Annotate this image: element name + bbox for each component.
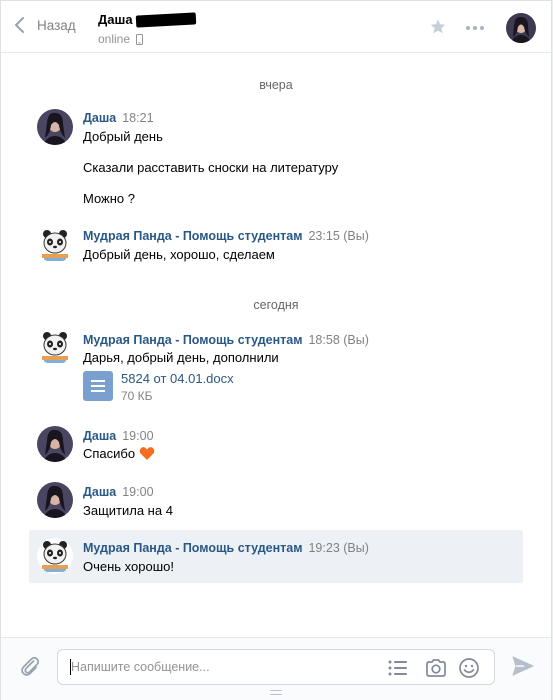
document-size: 70 КБ — [121, 389, 153, 403]
message-text: Сказали расставить сноски на литературу — [83, 160, 339, 175]
peer-name: Даша — [98, 12, 133, 27]
message-text: Очень хорошо! — [83, 559, 174, 574]
message-text: Спасибо — [83, 446, 136, 461]
redaction-mark — [135, 11, 196, 28]
more-icon[interactable] — [465, 25, 485, 31]
document-icon — [83, 371, 113, 401]
mobile-icon — [136, 33, 144, 45]
message[interactable]: Мудрая Панда - Помощь студентам 23:15 (Вы… — [29, 227, 523, 265]
message[interactable]: Даша 18:21 Добрый день Сказали расставить… — [29, 109, 523, 211]
message[interactable]: Даша 19:00 Защитила на 4 — [29, 482, 523, 520]
document-attachment[interactable]: 5824 от 04.01.docx 70 КБ — [83, 371, 234, 403]
message[interactable]: Даша 19:00 Спасибо — [29, 426, 523, 464]
message[interactable]: Мудрая Панда - Помощь студентам 18:58 (Вы… — [29, 329, 523, 403]
panda-avatar[interactable] — [37, 329, 73, 365]
peer-status: online — [98, 32, 131, 46]
back-button[interactable]: Назад — [13, 16, 76, 34]
avatar[interactable] — [37, 426, 73, 462]
camera-icon[interactable] — [425, 658, 447, 678]
message-text: Защитила на 4 — [83, 503, 173, 518]
message-input-placeholder: Напишите сообщение... — [71, 660, 210, 674]
message-time: 19:00 — [122, 485, 154, 499]
author-name[interactable]: Мудрая Панда - Помощь студентам — [83, 541, 302, 555]
message-selected[interactable]: Мудрая Панда - Помощь студентам 19:23 (Вы… — [29, 530, 523, 583]
star-icon[interactable] — [429, 18, 447, 36]
peer-avatar[interactable] — [506, 13, 536, 43]
message-text: Можно ? — [83, 191, 136, 206]
document-name[interactable]: 5824 от 04.01.docx — [121, 371, 234, 386]
panda-avatar[interactable] — [37, 227, 73, 263]
templates-icon[interactable] — [388, 659, 408, 677]
date-separator: вчера — [259, 78, 293, 92]
peer-info[interactable]: Даша online — [98, 11, 196, 46]
message-time: 18:58 (Вы) — [308, 333, 369, 347]
author-name[interactable]: Мудрая Панда - Помощь студентам — [83, 229, 302, 243]
date-separator: сегодня — [253, 298, 299, 312]
message-time: 19:00 — [122, 429, 154, 443]
paperclip-icon[interactable] — [19, 655, 41, 677]
author-name[interactable]: Даша — [83, 485, 116, 499]
panda-avatar[interactable] — [37, 538, 73, 574]
author-name[interactable]: Даша — [83, 429, 116, 443]
send-icon[interactable] — [512, 656, 534, 676]
emoji-icon[interactable] — [458, 657, 480, 679]
message-time: 19:23 (Вы) — [308, 541, 369, 555]
avatar[interactable] — [37, 482, 73, 518]
author-name[interactable]: Даша — [83, 111, 116, 125]
message-text: Добрый день, хорошо, сделаем — [83, 247, 275, 262]
message-text: Дарья, добрый день, дополнили — [83, 350, 279, 365]
back-label: Назад — [37, 17, 76, 33]
message-text: Добрый день — [83, 129, 163, 144]
chevron-left-icon — [15, 17, 24, 33]
avatar[interactable] — [37, 109, 73, 145]
chat-header: Назад Даша online — [1, 1, 551, 53]
message-time: 23:15 (Вы) — [308, 229, 369, 243]
message-time: 18:21 — [122, 111, 154, 125]
author-name[interactable]: Мудрая Панда - Помощь студентам — [83, 333, 302, 347]
message-input[interactable]: Напишите сообщение... — [57, 649, 495, 685]
resize-handle[interactable] — [270, 690, 282, 695]
heart-icon — [139, 447, 155, 460]
chat-window: Назад Даша online вчера Даша 18:21 Добрый… — [0, 0, 552, 700]
